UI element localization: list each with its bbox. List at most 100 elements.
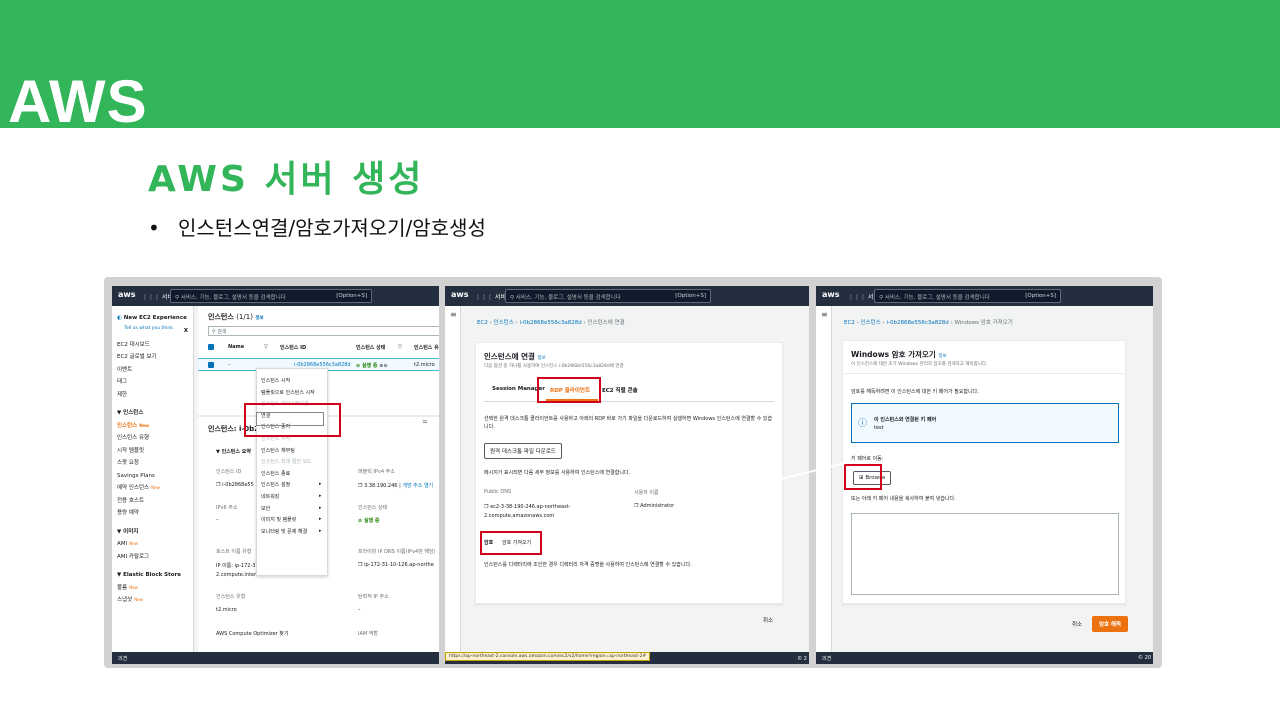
breadcrumb-instances[interactable]: 인스턴스	[861, 320, 881, 326]
menu-item[interactable]: 템플릿으로 인스턴스 시작	[261, 389, 315, 396]
col-instance-state[interactable]: 인스턴스 상태	[356, 344, 385, 351]
menu-icon[interactable]: ≡	[450, 310, 457, 319]
sidebar-item[interactable]: EC2 글로벌 보기	[117, 351, 188, 364]
cancel-button[interactable]: 취소	[1072, 620, 1082, 628]
tab-serial-console[interactable]: EC2 직렬 콘솔	[602, 386, 638, 394]
panel-resize-handle[interactable]: =	[422, 418, 428, 426]
menu-item[interactable]: 보안	[261, 505, 270, 512]
copy-icon[interactable]: ❐	[484, 504, 488, 510]
toggle-icon: ◐	[117, 315, 122, 321]
sidebar-item-label: 태그	[117, 379, 128, 385]
menu-item[interactable]: 인스턴스 설정	[261, 481, 290, 488]
menu-item[interactable]: 인스턴스 재부팅	[261, 447, 295, 454]
breadcrumb-instance-id[interactable]: i-0b2868e556c3a828d	[886, 320, 948, 326]
select-all-checkbox[interactable]	[208, 344, 214, 350]
value-elastic-ip: –	[358, 607, 361, 613]
highlight-browse	[844, 464, 882, 490]
sidebar-item[interactable]: 스냅샷 New	[117, 594, 188, 607]
breadcrumb-ec2[interactable]: EC2	[844, 320, 855, 326]
download-rdp-button[interactable]: 원격 데스크톱 파일 다운로드	[484, 443, 562, 459]
row-state-text: 실행 중	[361, 363, 378, 369]
aws-console-logo[interactable]: aws	[118, 290, 136, 299]
col-instance-id[interactable]: 인스턴스 ID	[280, 344, 306, 351]
sidebar-item-label: ▼ 이미지	[117, 528, 139, 535]
instances-search-input[interactable]: ⚲ 검색	[208, 326, 439, 336]
copy-icon[interactable]: ❐	[358, 483, 362, 489]
console-search[interactable]: ⚲ 서비스, 기능, 블로그, 설명서 등을 검색합니다 [Option+S]	[505, 289, 711, 303]
sidebar-item[interactable]: Savings Plans	[117, 470, 188, 483]
console-search[interactable]: ⚲ 서비스, 기능, 블로그, 설명서 등을 검색합니다 [Option+S]	[874, 289, 1061, 303]
sidebar-item[interactable]: 전용 호스트	[117, 495, 188, 508]
sidebar-item[interactable]: 인스턴스 유형	[117, 432, 188, 445]
connect-subtitle: 다음 옵션 중 하나를 사용하여 인스턴스 i-0b2868e556c3a828…	[484, 364, 624, 369]
footer-feedback[interactable]: 의견	[822, 656, 831, 662]
breadcrumb-instance-id[interactable]: i-0b2868e556c3a828d	[519, 320, 581, 326]
bullet-text: 인스턴스연결/암호가져오기/암호생성	[178, 216, 486, 240]
value-instance-id: ❐ i-0b2868e55	[216, 482, 254, 488]
slide: AWS AWS 서버 생성 • 인스턴스연결/암호가져오기/암호생성 aws ⋮⋮…	[0, 0, 1280, 720]
menu-icon[interactable]: ≡	[821, 310, 828, 319]
sidebar-item[interactable]: ▼ Elastic Block Store	[117, 569, 188, 582]
sidebar-item-label: EC2 대시보드	[117, 341, 150, 348]
filter-icon[interactable]: ▽	[398, 344, 402, 350]
aws-console-logo[interactable]: aws	[451, 290, 469, 299]
menu-item[interactable]: 이미지 및 템플릿	[261, 516, 296, 523]
copy-icon[interactable]: ❐	[358, 562, 362, 568]
sidebar-item-label: 인스턴스	[117, 422, 138, 429]
experience-feedback-link[interactable]: Tell us what you think	[117, 325, 188, 339]
menu-item[interactable]: 인스턴스 시작	[261, 377, 290, 384]
filter-icon[interactable]: ▽	[264, 344, 268, 350]
console-footer: 의견	[112, 652, 439, 664]
aws-console-logo[interactable]: aws	[822, 290, 840, 299]
connect-item-frame	[256, 412, 324, 426]
search-shortcut: [Option+S]	[1025, 293, 1056, 299]
close-icon[interactable]: X	[184, 325, 188, 338]
menu-item[interactable]: 인스턴스 종료	[261, 470, 290, 477]
value-public-ip: ❐ 3.38.190.246 | 개방 주소 열기	[358, 483, 434, 489]
keypair-infobox: ⓘ 이 인스턴스와 연결된 키 페어 test	[851, 403, 1119, 443]
info-link[interactable]: 정보	[255, 316, 263, 321]
sidebar-item[interactable]: ▼ 인스턴스	[117, 407, 188, 420]
zoom-icon[interactable]: ⊕⊖	[379, 363, 387, 369]
sidebar-item[interactable]: 예약 인스턴스 New	[117, 482, 188, 495]
row-checkbox[interactable]	[208, 362, 214, 368]
menu-item[interactable]: 모니터링 및 문제 해결	[261, 528, 307, 535]
sidebar-item[interactable]: 태그	[117, 376, 188, 389]
sidebar-item-label: ▼ 인스턴스	[117, 410, 144, 416]
cancel-button[interactable]: 취소	[763, 616, 773, 624]
sidebar-item[interactable]: 시작 템플릿	[117, 445, 188, 458]
open-address-link[interactable]: 개방 주소 열기	[402, 483, 433, 489]
breadcrumb-instances[interactable]: 인스턴스	[494, 320, 514, 326]
info-link[interactable]: 정보	[938, 354, 946, 359]
row-type: t2.micro	[414, 362, 435, 368]
sidebar-item[interactable]: AMI New	[117, 538, 188, 551]
copy-icon[interactable]: ❐	[634, 503, 638, 509]
sidebar-item[interactable]: 제한	[117, 389, 188, 402]
sidebar-item[interactable]: 이벤트	[117, 364, 188, 377]
info-link[interactable]: 정보	[538, 356, 546, 361]
col-name[interactable]: Name	[228, 344, 244, 350]
sidebar-item[interactable]: EC2 대시보드	[117, 339, 188, 352]
sidebar-item[interactable]: 용량 예약	[117, 507, 188, 520]
value-state: ⊘ 실행 중	[358, 517, 380, 524]
console-search-placeholder: 서비스, 기능, 블로그, 설명서 등을 검색합니다	[515, 295, 621, 301]
instances-count: (1/1)	[236, 313, 253, 321]
sidebar-item[interactable]: ▼ 이미지	[117, 526, 188, 539]
col-instance-type[interactable]: 인스턴스 유	[414, 344, 439, 351]
password-card: Windows 암호 가져오기 정보 이 인스턴스에 대한 초기 Windows…	[842, 340, 1126, 604]
sidebar-item[interactable]: 인스턴스 New	[117, 420, 188, 433]
copy-icon[interactable]: ❐	[216, 482, 220, 488]
summary-toggle[interactable]: ▼ 인스턴스 요약	[216, 448, 251, 455]
sidebar-item[interactable]: 볼륨 New	[117, 582, 188, 595]
submenu-arrow-icon: ▸	[319, 504, 322, 511]
decrypt-password-button[interactable]: 암호 해독	[1092, 616, 1129, 632]
new-badge: New	[139, 422, 150, 428]
sidebar-item[interactable]: 스팟 요청	[117, 457, 188, 470]
footer-feedback[interactable]: 의견	[118, 656, 127, 662]
sidebar-item[interactable]: AMI 카탈로그	[117, 551, 188, 564]
breadcrumb-ec2[interactable]: EC2	[477, 320, 488, 326]
keypair-textarea[interactable]	[851, 513, 1119, 595]
new-experience-toggle[interactable]: ◐ New EC2 Experience X	[117, 312, 188, 334]
menu-item[interactable]: 네트워킹	[261, 493, 279, 500]
console-search[interactable]: ⚲ 서비스, 기능, 블로그, 설명서 등을 검색합니다 [Option+S]	[170, 289, 372, 303]
